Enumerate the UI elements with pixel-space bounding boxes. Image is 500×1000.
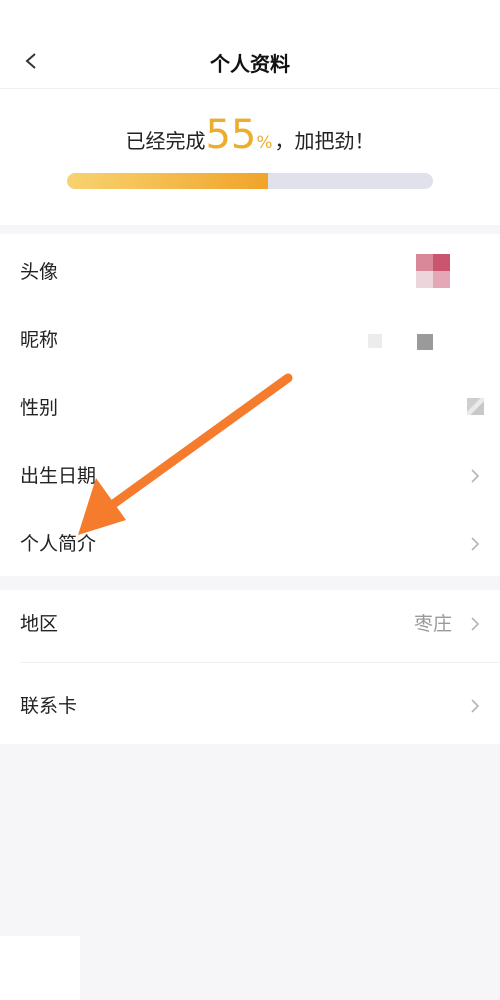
- completion-text: 已经完成55% ，加把劲！: [0, 113, 500, 165]
- region-value: 枣庄: [413, 613, 452, 635]
- completion-percent: 55: [205, 112, 257, 158]
- bio-label: 个人简介: [20, 533, 97, 555]
- completion-progress-fill: [67, 173, 269, 189]
- birthday-row[interactable]: 出生日期: [0, 442, 500, 510]
- contact-card-row[interactable]: 联系卡: [0, 672, 500, 740]
- region-label: 地区: [20, 613, 59, 635]
- completion-prefix: 已经完成: [125, 129, 206, 153]
- divider: [20, 662, 500, 663]
- gender-label: 性别: [20, 397, 59, 419]
- contact-card-label: 联系卡: [20, 695, 78, 717]
- chevron-right-icon: [471, 699, 480, 713]
- chevron-right-icon: [471, 469, 480, 483]
- avatar-row[interactable]: 头像: [0, 238, 500, 306]
- nickname-blur: [368, 334, 382, 348]
- avatar[interactable]: [416, 254, 450, 288]
- completion-suffix: ，加把劲！: [274, 129, 375, 153]
- other-section: 地区 枣庄 联系卡: [0, 590, 500, 744]
- percent-sign: %: [256, 133, 273, 153]
- gender-value-blur: [467, 398, 484, 415]
- bio-row[interactable]: 个人简介: [0, 510, 500, 578]
- chevron-right-icon: [471, 537, 480, 551]
- chevron-right-icon: [471, 617, 480, 631]
- completion-card: 已经完成55% ，加把劲！: [0, 89, 500, 225]
- nickname-label: 昵称: [20, 329, 59, 351]
- bottom-block: [0, 936, 80, 1000]
- profile-section: 头像 昵称 性别 出生日期 个人简介: [0, 234, 500, 576]
- gender-row[interactable]: 性别: [0, 374, 500, 442]
- nickname-blur: [417, 334, 433, 350]
- page-title: 个人资料: [210, 52, 290, 76]
- avatar-label: 头像: [20, 261, 59, 283]
- top-bar: 个人资料: [0, 0, 500, 89]
- completion-progress-bar: [67, 173, 433, 189]
- birthday-label: 出生日期: [20, 465, 97, 487]
- region-row[interactable]: 地区 枣庄: [0, 590, 500, 658]
